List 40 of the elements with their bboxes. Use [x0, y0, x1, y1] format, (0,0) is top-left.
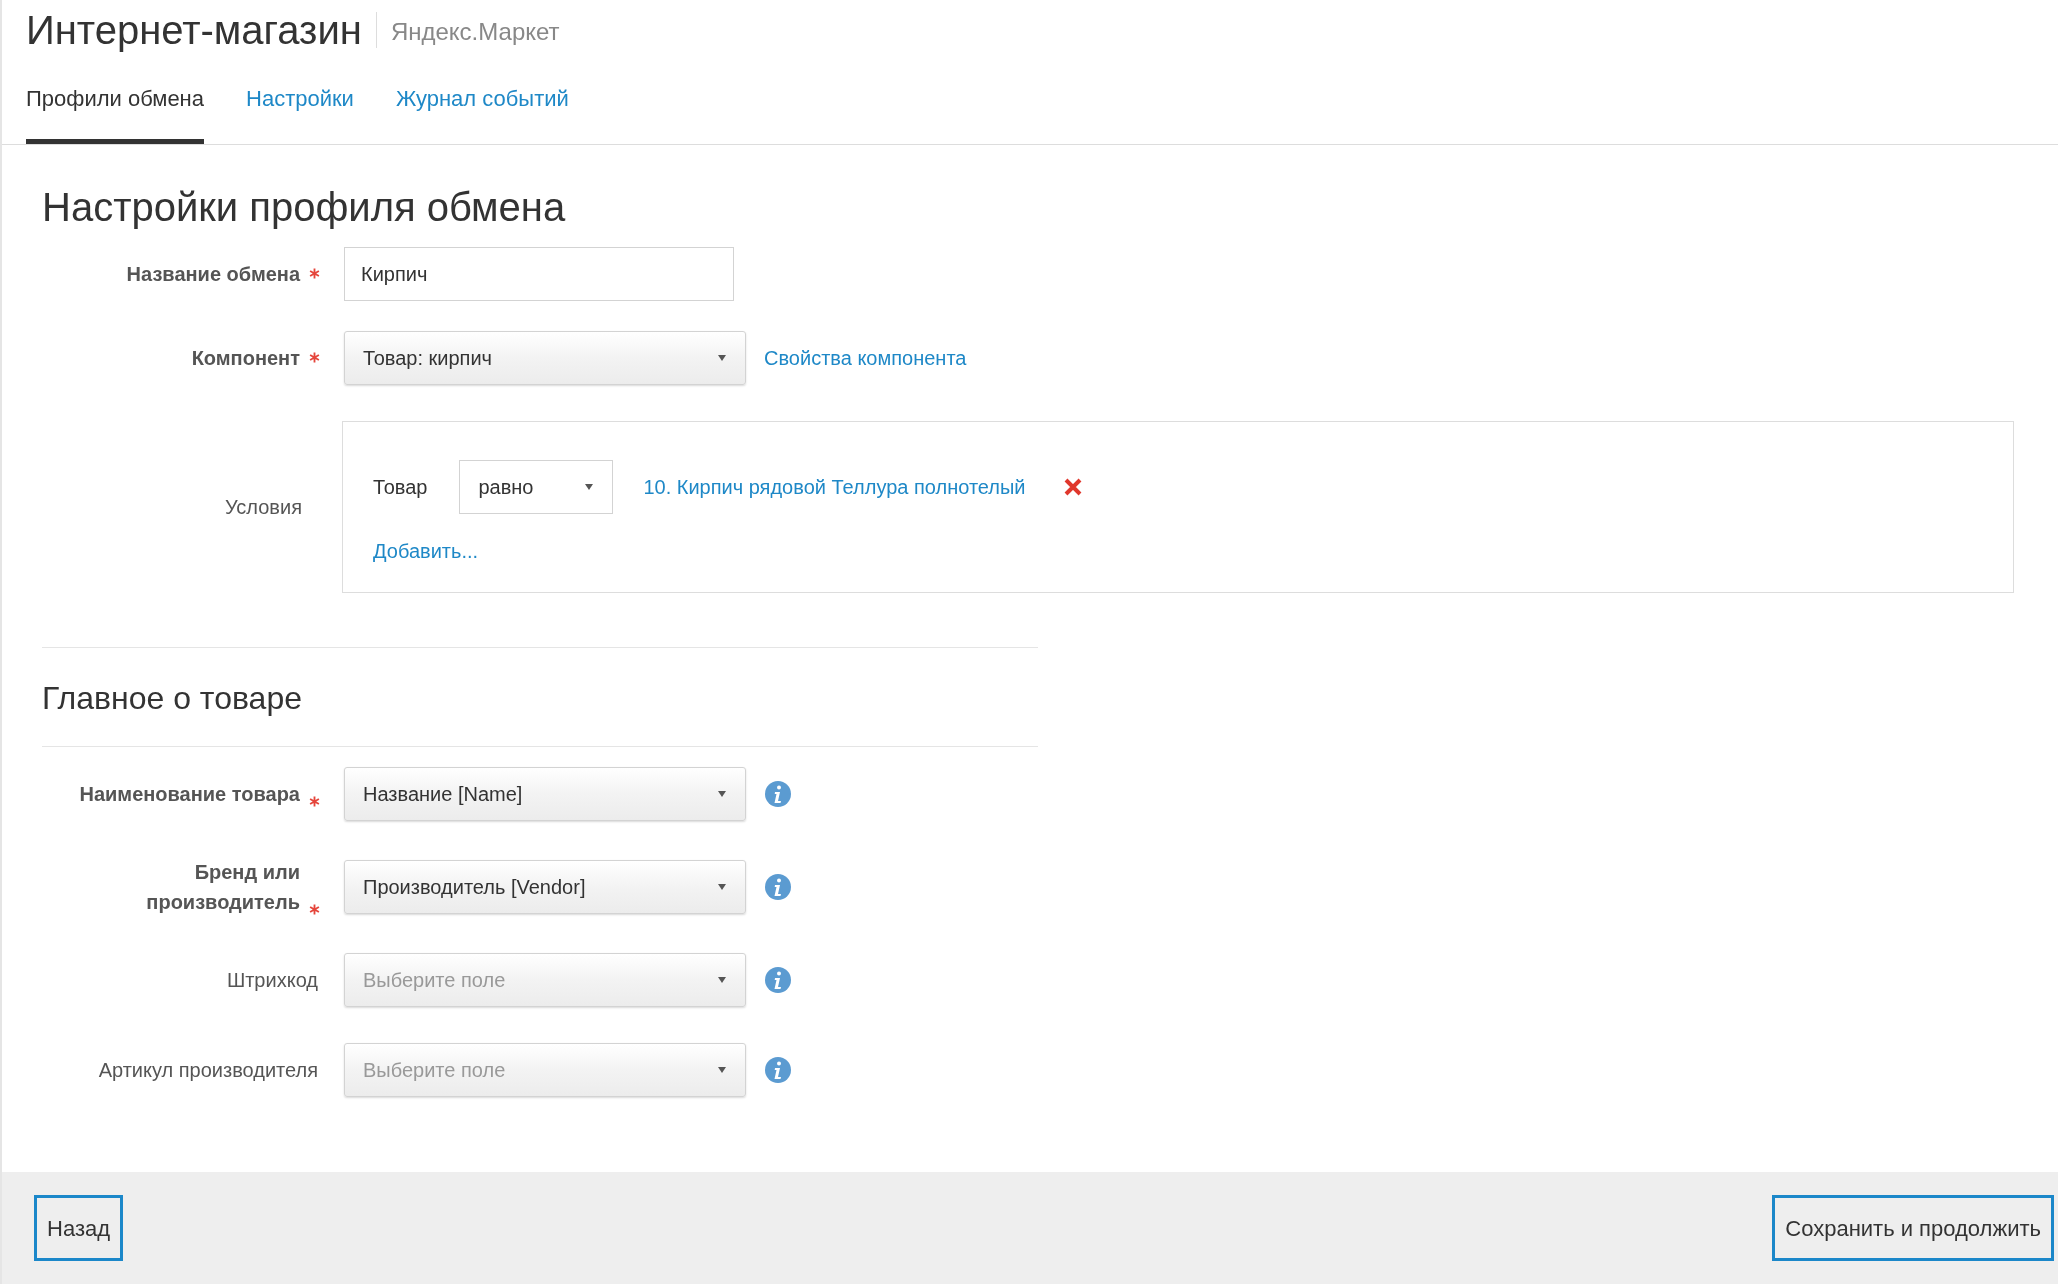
field-label: Название обмена — [126, 262, 300, 287]
caret-icon — [717, 883, 727, 891]
info-icon[interactable] — [764, 966, 792, 994]
condition-field: Товар — [373, 472, 428, 502]
select-field[interactable]: Производитель [Vendor] — [344, 860, 746, 914]
remove-icon[interactable] — [1063, 478, 1082, 496]
component-properties-link[interactable]: Свойства компонента — [764, 343, 967, 373]
text-input[interactable]: Кирпич — [344, 247, 734, 301]
tab[interactable]: Журнал событий — [395, 82, 569, 144]
app-subtitle: Яндекс.Маркет — [390, 17, 560, 47]
app-title: Интернет-магазин — [26, 7, 362, 54]
info-icon[interactable] — [764, 1056, 792, 1084]
save-continue-button[interactable]: Сохранить и продолжить — [1772, 1195, 2054, 1261]
info-icon[interactable] — [764, 780, 792, 808]
field-label: Артикул производителя — [98, 1058, 318, 1083]
caret-icon — [584, 483, 595, 491]
caret-icon — [717, 976, 727, 984]
back-button[interactable]: Назад — [34, 1195, 124, 1261]
condition-value-link[interactable]: 10. Кирпич рядовой Теллура полнотелый — [643, 472, 1026, 502]
section-title: Главное о товаре — [42, 679, 303, 718]
tab[interactable]: Настройки — [246, 82, 354, 144]
caret-icon — [717, 790, 727, 798]
required-asterisk-icon — [309, 904, 320, 915]
field-label: Бренд или производитель — [145, 860, 300, 915]
field-label: Наименование товара — [79, 782, 300, 807]
operator-select[interactable]: равно — [459, 460, 614, 514]
required-asterisk-icon — [309, 268, 320, 279]
caret-icon — [717, 354, 727, 362]
required-asterisk-icon — [309, 796, 320, 807]
caret-icon — [717, 1066, 727, 1074]
info-icon[interactable] — [764, 873, 792, 901]
select-field[interactable]: Товар: кирпич — [344, 331, 746, 385]
required-asterisk-icon — [309, 352, 320, 363]
add-condition-link[interactable]: Добавить... — [373, 536, 2013, 566]
tab[interactable]: Профили обмена — [26, 82, 204, 144]
field-label: Компонент — [191, 346, 300, 371]
field-label: Штрихкод — [226, 968, 318, 993]
field-label: Условия — [225, 495, 302, 520]
select-field[interactable]: Название [Name] — [344, 767, 746, 821]
page-title: Настройки профиля обмена — [42, 184, 567, 231]
